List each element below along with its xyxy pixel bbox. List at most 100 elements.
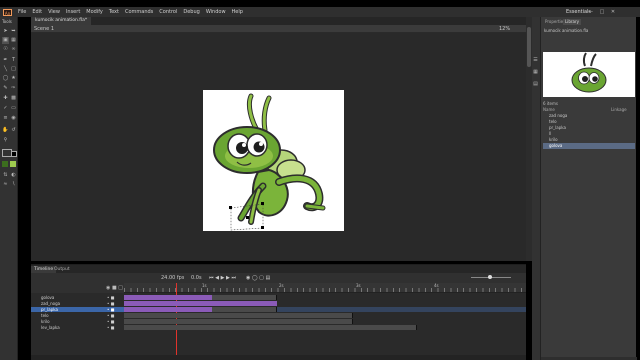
frame-zoom-handle[interactable] bbox=[488, 275, 492, 279]
layer-name[interactable]: golova bbox=[41, 295, 54, 300]
align-panel-icon[interactable]: ▤ bbox=[532, 81, 539, 88]
maximize-icon[interactable]: □ bbox=[600, 9, 605, 15]
layer-row[interactable]: pr_lapka • ■ bbox=[31, 307, 124, 312]
layer-state-icons[interactable]: • ■ bbox=[107, 295, 114, 300]
line-tool-icon[interactable]: ╲ bbox=[2, 66, 9, 73]
playback-controls[interactable]: ⏮ ◀ ▶ ▶ ⏭ bbox=[209, 275, 236, 281]
first-frame-icon[interactable]: ⏮ bbox=[209, 275, 214, 281]
motion-tween-span[interactable] bbox=[124, 307, 213, 312]
layer-row[interactable]: zad_noga • ■ bbox=[31, 301, 124, 306]
fill-color-swatch[interactable] bbox=[2, 161, 8, 167]
frame-ruler[interactable]: 1s 2s 3s 4s bbox=[124, 283, 526, 293]
zoom-tool-icon[interactable]: ⚲ bbox=[2, 137, 9, 144]
stage-canvas[interactable] bbox=[203, 90, 344, 231]
layer-name[interactable]: lev_lapka bbox=[41, 325, 60, 330]
library-item-selected[interactable]: golova bbox=[543, 143, 635, 149]
pencil-tool-icon[interactable]: ✎ bbox=[2, 85, 9, 92]
scene-label[interactable]: Scene 1 bbox=[34, 26, 54, 32]
selection-tool-icon[interactable]: ➤ bbox=[2, 28, 9, 35]
oval-tool-icon[interactable]: ◯ bbox=[2, 75, 9, 82]
layer-name[interactable]: krilo bbox=[41, 319, 50, 324]
layer-row[interactable]: golova • ■ bbox=[31, 295, 124, 300]
frame-row[interactable] bbox=[124, 307, 526, 312]
eyedropper-tool-icon[interactable]: ✓ bbox=[2, 105, 9, 112]
menu-view[interactable]: View bbox=[45, 9, 63, 15]
rotate-view-icon[interactable]: ↺ bbox=[10, 127, 17, 134]
width-tool-icon[interactable]: ≡ bbox=[2, 115, 9, 122]
frame-row[interactable] bbox=[124, 301, 526, 306]
layer-state-icons[interactable]: • ■ bbox=[107, 307, 114, 312]
menu-help[interactable]: Help bbox=[229, 9, 246, 15]
onion-skin-controls[interactable]: ◉ ◯ ▢ ▤ bbox=[246, 275, 270, 281]
library-item[interactable]: pr_lapka bbox=[549, 125, 566, 131]
paint-bucket-tool-icon[interactable]: ▩ bbox=[10, 95, 17, 102]
minimize-icon[interactable]: — bbox=[588, 9, 593, 15]
layer-name[interactable]: pr_lapka bbox=[41, 307, 58, 312]
menu-text[interactable]: Text bbox=[106, 9, 122, 15]
pen-tool-icon[interactable]: ✒ bbox=[2, 57, 9, 64]
layer-state-icons[interactable]: • ■ bbox=[107, 301, 114, 306]
eraser-tool-icon[interactable]: ▭ bbox=[10, 105, 17, 112]
swap-colors-icon[interactable]: ⇅ bbox=[2, 172, 9, 179]
last-frame-icon[interactable]: ⏭ bbox=[231, 275, 236, 281]
fill-swatch-secondary[interactable] bbox=[10, 161, 16, 167]
bone-tool-icon[interactable]: ✚ bbox=[2, 95, 9, 102]
layer-row[interactable]: krilo • ■ bbox=[31, 319, 124, 324]
text-tool-icon[interactable]: T bbox=[10, 57, 17, 64]
prev-frame-icon[interactable]: ◀ bbox=[215, 275, 219, 281]
menu-debug[interactable]: Debug bbox=[180, 9, 202, 15]
frame-row[interactable] bbox=[124, 313, 526, 318]
frame-span[interactable] bbox=[124, 313, 354, 318]
library-panel-icon[interactable]: ▦ bbox=[532, 69, 539, 76]
stroke-swatch-fill[interactable] bbox=[11, 151, 17, 157]
frame-row[interactable] bbox=[124, 295, 526, 300]
layer-name[interactable]: telo bbox=[41, 313, 49, 318]
3d-rotation-tool-icon[interactable]: ☉ bbox=[2, 46, 9, 53]
hand-tool-icon[interactable]: ✋ bbox=[2, 127, 9, 134]
lasso-tool-icon[interactable]: ∞ bbox=[10, 46, 17, 53]
free-transform-tool-icon[interactable]: ▣ bbox=[2, 37, 9, 44]
menu-window[interactable]: Window bbox=[203, 9, 229, 15]
properties-panel-icon[interactable]: ☰ bbox=[532, 57, 539, 64]
rectangle-tool-icon[interactable]: □ bbox=[10, 66, 17, 73]
smooth-icon[interactable]: ≈ bbox=[2, 181, 9, 188]
library-column-linkage[interactable]: Linkage bbox=[611, 107, 627, 113]
layer-state-icons[interactable]: • ■ bbox=[107, 325, 114, 330]
close-icon[interactable]: ✕ bbox=[611, 9, 615, 15]
layer-row[interactable]: lev_lapka • ■ bbox=[31, 325, 124, 330]
menu-file[interactable]: File bbox=[15, 9, 29, 15]
next-frame-icon[interactable]: ▶ bbox=[226, 275, 230, 281]
menu-modify[interactable]: Modify bbox=[83, 9, 106, 15]
camera-tool-icon[interactable]: ◉ bbox=[10, 115, 17, 122]
scrollbar-thumb[interactable] bbox=[527, 27, 531, 67]
tab-output[interactable]: Output bbox=[51, 266, 73, 273]
library-file-select[interactable]: kumocik animation.fla bbox=[544, 28, 588, 34]
frame-row[interactable] bbox=[124, 325, 526, 330]
zoom-select[interactable]: 12% bbox=[499, 26, 510, 32]
document-tab[interactable]: kumocik animation.fla* bbox=[31, 17, 92, 25]
menu-control[interactable]: Control bbox=[156, 9, 180, 15]
fps-display[interactable]: 24.00 fps bbox=[161, 275, 184, 281]
subselection-tool-icon[interactable]: ➥ bbox=[10, 28, 17, 35]
motion-tween-span[interactable] bbox=[124, 301, 277, 306]
timeline-scrollbar[interactable] bbox=[31, 355, 526, 360]
layer-state-icons[interactable]: • ■ bbox=[107, 319, 114, 324]
play-icon[interactable]: ▶ bbox=[221, 275, 225, 281]
layer-state-icons[interactable]: • ■ bbox=[107, 313, 114, 318]
menu-insert[interactable]: Insert bbox=[63, 9, 83, 15]
snap-to-objects-icon[interactable]: ◐ bbox=[10, 172, 17, 179]
frame-row[interactable] bbox=[124, 319, 526, 324]
gradient-tool-icon[interactable]: ▦ bbox=[10, 37, 17, 44]
menu-edit[interactable]: Edit bbox=[29, 9, 45, 15]
window-controls[interactable]: — □ ✕ bbox=[588, 9, 618, 15]
layer-name[interactable]: zad_noga bbox=[41, 301, 60, 306]
layer-row[interactable]: telo • ■ bbox=[31, 313, 124, 318]
menu-commands[interactable]: Commands bbox=[122, 9, 156, 15]
motion-tween-span[interactable] bbox=[124, 295, 213, 300]
grasshopper-character[interactable] bbox=[203, 90, 344, 231]
polystar-tool-icon[interactable]: ★ bbox=[10, 75, 17, 82]
brush-tool-icon[interactable]: ✑ bbox=[10, 85, 17, 92]
straighten-icon[interactable]: ∖ bbox=[10, 181, 17, 188]
frame-span[interactable] bbox=[124, 319, 354, 324]
layer-visibility-lock-icons[interactable]: ◉ ■ □ bbox=[106, 285, 123, 291]
